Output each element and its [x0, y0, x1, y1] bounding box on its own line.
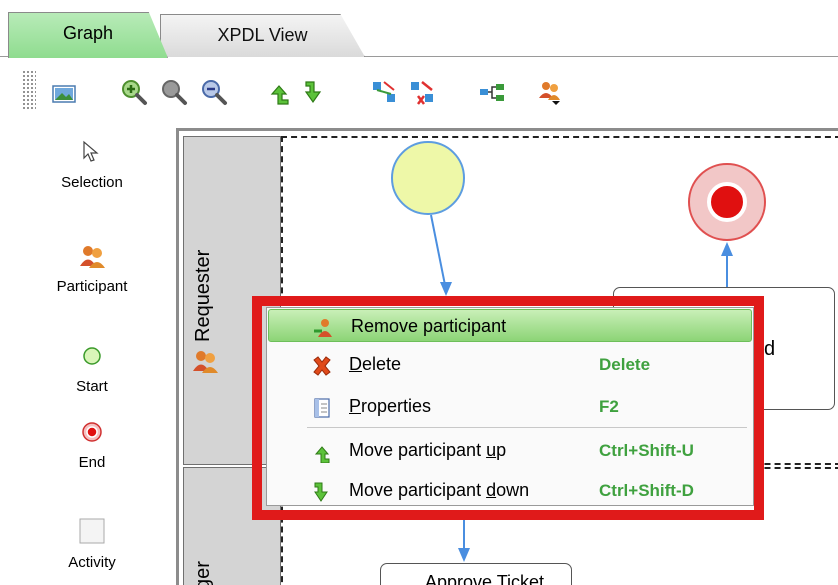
- end-event-dot: [707, 182, 747, 222]
- highlight-box: [252, 296, 764, 520]
- activity-label-fragment: d: [764, 338, 776, 360]
- end-event-node[interactable]: [688, 163, 766, 241]
- start-event-node[interactable]: [391, 141, 465, 215]
- activity-label: Approve Ticket: [425, 572, 545, 585]
- activity-node-approve[interactable]: Approve Ticket: [380, 563, 572, 585]
